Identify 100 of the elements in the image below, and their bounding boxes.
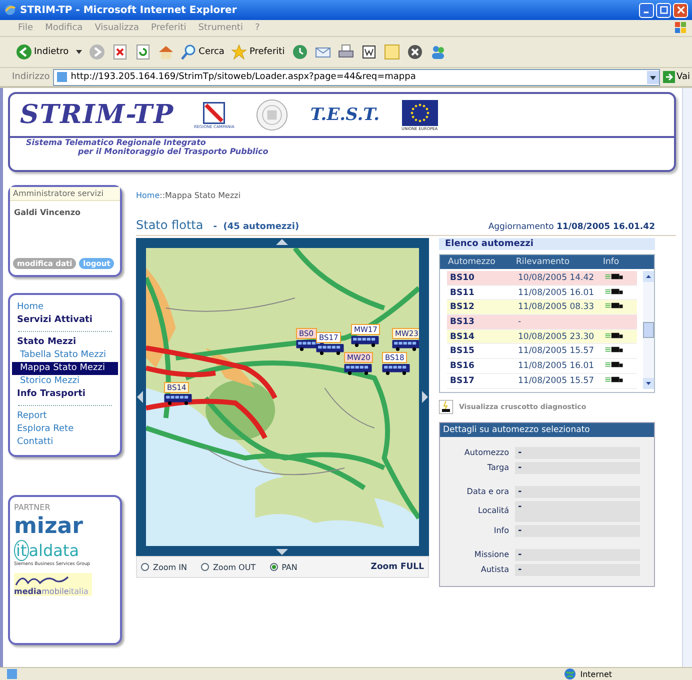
- history-icon[interactable]: [292, 44, 308, 60]
- column-header: Rilevamento: [516, 257, 571, 267]
- go-arrow-icon: [662, 71, 675, 83]
- vehicle-id: BS15: [450, 346, 476, 356]
- pan-left-icon[interactable]: [137, 391, 143, 403]
- scrollbar[interactable]: [682, 88, 692, 667]
- table-row[interactable]: BS15 11/08/2005 15.57: [447, 344, 637, 360]
- diagnostic-icon[interactable]: [439, 400, 453, 414]
- nav-item[interactable]: Esplora Rete: [12, 423, 118, 436]
- nav-item[interactable]: Tabella Stato Mezzi: [12, 349, 118, 362]
- back-button[interactable]: Indietro: [16, 44, 69, 60]
- partner-logo: italdata: [14, 542, 80, 560]
- vehicle-count: - (45 automezzi): [213, 222, 300, 232]
- scroll-down-icon[interactable]: [643, 378, 654, 388]
- bus-icon[interactable]: [392, 340, 419, 351]
- test-logo: T.E.S.T.: [310, 105, 380, 125]
- dropdown-icon[interactable]: [646, 70, 659, 84]
- table-row[interactable]: BS13 -: [447, 315, 637, 330]
- field-label: Automezzo: [463, 446, 509, 458]
- pan-up-icon[interactable]: [276, 239, 288, 245]
- scroll-thumb[interactable]: [643, 322, 654, 338]
- timestamp-cell-text: 11/08/2005 08.33: [518, 302, 596, 312]
- timestamp-cell-text: -: [518, 316, 522, 327]
- maximize-button[interactable]: [656, 2, 671, 18]
- partner-title: PARTNER: [14, 503, 52, 512]
- bus-icon[interactable]: [344, 364, 372, 375]
- table-row[interactable]: BS12 11/08/2005 08.33: [447, 300, 637, 316]
- window-title: STRIM-TP - Microsoft Internet Explorer: [20, 4, 238, 16]
- table-row[interactable]: BS11 11/08/2005 16.01: [447, 286, 637, 300]
- minimize-button[interactable]: [639, 2, 654, 18]
- bus-icon[interactable]: [316, 344, 344, 355]
- table-row[interactable]: BS10 10/08/2005 14.42: [447, 271, 637, 286]
- vehicle-id: BS12: [450, 302, 476, 312]
- nav-item[interactable]: Storico Mezzi: [12, 375, 118, 388]
- truck-icon[interactable]: [605, 288, 623, 295]
- breadcrumb-text: ::Mappa Stato Mezzi: [160, 191, 241, 200]
- update-label: Aggiornamento: [488, 222, 554, 232]
- nav-item[interactable]: Contatti: [12, 436, 118, 449]
- home-icon[interactable]: [158, 44, 174, 60]
- maximize-icon: [660, 6, 668, 14]
- people-icon[interactable]: [430, 44, 446, 60]
- timestamp-cell-text: 11/08/2005 16.01: [518, 360, 596, 371]
- field-label: Autista: [480, 564, 509, 576]
- zoom-full-link[interactable]: Zoom FULL: [370, 562, 424, 572]
- mode-radio[interactable]: Zoom OUT: [200, 562, 256, 572]
- close-button[interactable]: [673, 2, 688, 18]
- timestamp-cell-text: 11/08/2005 15.57: [518, 376, 596, 386]
- mode-radio[interactable]: Zoom IN: [141, 562, 187, 572]
- close-icon: [676, 6, 684, 14]
- truck-icon[interactable]: [605, 302, 623, 310]
- truck-icon[interactable]: [605, 272, 623, 280]
- scrollbar[interactable]: [643, 271, 654, 388]
- dropdown-caret-icon[interactable]: [76, 50, 82, 54]
- table-row[interactable]: BS16 11/08/2005 16.01: [447, 359, 637, 374]
- nav-item[interactable]: Stato Mezzi: [12, 336, 118, 349]
- vehicle-id: BS11: [450, 288, 476, 298]
- globe-icon: [564, 668, 576, 680]
- address-field[interactable]: http://193.205.164.169/StrimTp/sitoweb/Loader.aspx?page=44&req=mappa: [52, 68, 660, 86]
- truck-icon[interactable]: [605, 360, 623, 368]
- site-subtitle: per il Monitoraggio del Trasporto Pubblico: [77, 147, 270, 156]
- field-value: -: [515, 462, 640, 474]
- mode-radio[interactable]: PAN: [270, 562, 298, 572]
- favorites-button[interactable]: Preferiti: [231, 44, 285, 60]
- address-label: Indirizzo: [12, 72, 50, 82]
- refresh-icon[interactable]: [134, 44, 151, 60]
- go-button[interactable]: Vai: [662, 71, 690, 83]
- document-icon[interactable]: [360, 44, 377, 60]
- timestamp-cell-text: 11/08/2005 16.01: [518, 288, 596, 298]
- bus-icon[interactable]: [351, 336, 379, 347]
- truck-icon[interactable]: [605, 332, 623, 339]
- bus-icon[interactable]: [382, 364, 410, 375]
- search-button[interactable]: Cerca: [180, 44, 224, 60]
- nav-item[interactable]: Report: [12, 410, 118, 423]
- nav-item[interactable]: Home: [12, 301, 118, 314]
- breadcrumb-link[interactable]: Home: [136, 191, 160, 200]
- radio-icon: [270, 563, 278, 571]
- truck-icon[interactable]: [605, 346, 623, 354]
- user-role: Amministratore servizi: [10, 187, 120, 201]
- stop-icon[interactable]: [112, 44, 128, 60]
- table-row[interactable]: BS17 11/08/2005 15.57: [447, 374, 637, 388]
- site-logo: STRIM-TP: [20, 100, 174, 130]
- partner-logo: mizar: [14, 514, 84, 540]
- field-value: -: [515, 548, 640, 560]
- nav-item[interactable]: Info Trasporti: [12, 388, 118, 401]
- messenger-icon[interactable]: [406, 44, 423, 60]
- site-subtitle: Sistema Telematico Regionale Integrato: [26, 138, 207, 147]
- nav-item[interactable]: Mappa Stato Mezzi: [12, 362, 118, 375]
- table-row[interactable]: BS14 10/08/2005 23.30: [447, 330, 637, 344]
- scroll-up-icon[interactable]: [643, 271, 654, 282]
- pan-right-icon[interactable]: [422, 391, 428, 403]
- security-zone: Internet: [580, 670, 612, 678]
- column-header: Info: [603, 257, 620, 267]
- timestamp-cell-text: 10/08/2005 23.30: [518, 332, 596, 342]
- university-seal-icon: [256, 99, 288, 131]
- print-icon[interactable]: [338, 44, 354, 60]
- bus-icon[interactable]: [164, 394, 192, 405]
- field-label: Data e ora: [466, 486, 509, 498]
- truck-icon[interactable]: [605, 376, 623, 383]
- eu-flag-icon: [402, 100, 438, 126]
- nav-item[interactable]: Servizi Attivati: [12, 314, 118, 327]
